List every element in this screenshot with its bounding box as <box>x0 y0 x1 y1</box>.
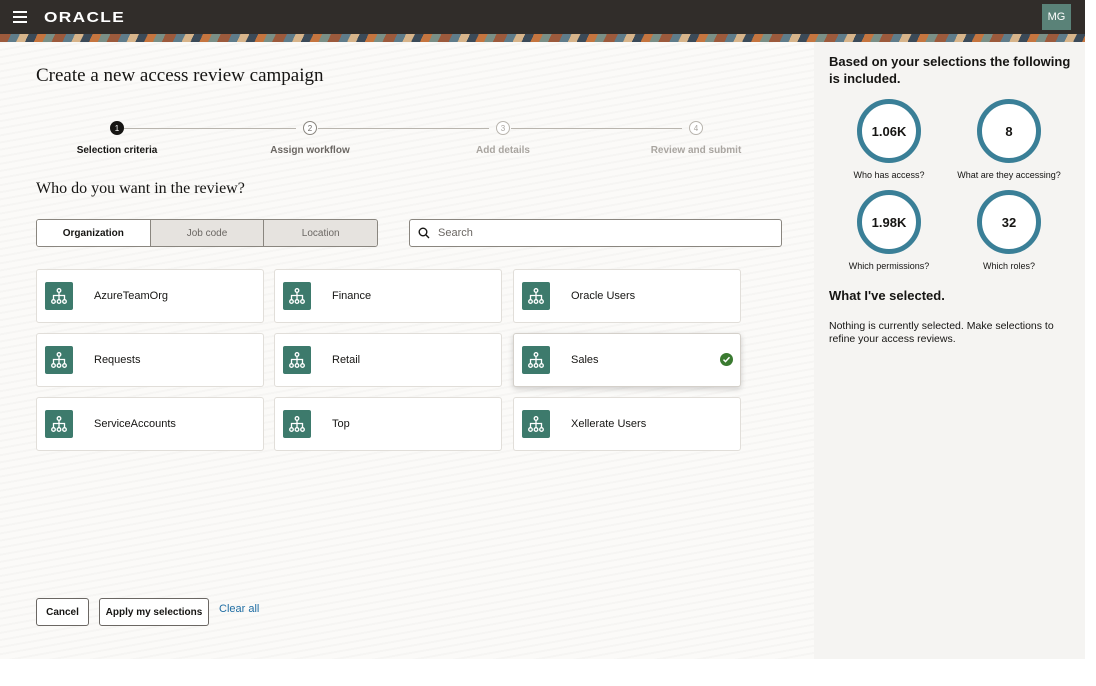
selected-title: What I've selected. <box>829 288 945 303</box>
summary-title: Based on your selections the following i… <box>829 54 1071 86</box>
check-circle-icon <box>720 353 733 366</box>
step-3-indicator: 3 <box>496 121 510 135</box>
org-card-label: Xellerate Users <box>571 418 647 430</box>
org-card-label: Requests <box>94 354 141 366</box>
stat-label: Who has access? <box>853 170 925 180</box>
step-4-indicator: 4 <box>689 121 703 135</box>
org-card-oracle-users[interactable]: Oracle Users <box>513 269 741 323</box>
tab-job-code[interactable]: Job code <box>149 220 264 246</box>
oracle-logo[interactable]: ORACLE <box>44 9 125 26</box>
org-chart-icon <box>283 282 311 310</box>
stat-ring: 32 <box>977 190 1041 254</box>
section-title: Who do you want in the review? <box>36 180 245 197</box>
org-card-azureteamorg[interactable]: AzureTeamOrg <box>36 269 264 323</box>
stat-which-roles: 32 Which roles? <box>949 190 1069 271</box>
clear-all-link[interactable]: Clear all <box>219 603 259 615</box>
org-chart-icon <box>283 410 311 438</box>
menu-icon[interactable] <box>13 11 27 23</box>
org-card-xellerate-users[interactable]: Xellerate Users <box>513 397 741 451</box>
apply-selections-button[interactable]: Apply my selections <box>99 598 209 626</box>
step-4-label: Review and submit <box>650 145 742 156</box>
cancel-button[interactable]: Cancel <box>36 598 89 626</box>
main-content: Create a new access review campaign 1 2 … <box>0 42 814 659</box>
org-chart-icon <box>283 346 311 374</box>
step-3-label: Add details <box>476 145 530 156</box>
stat-what-accessing: 8 What are they accessing? <box>949 99 1069 180</box>
org-card-label: Finance <box>332 290 372 302</box>
org-chart-icon <box>45 410 73 438</box>
org-card-label: Sales <box>571 354 599 366</box>
step-connector <box>511 128 682 129</box>
org-card-finance[interactable]: Finance <box>274 269 502 323</box>
criteria-tabs: Organization Job code Location <box>36 219 378 247</box>
search-icon <box>410 220 438 246</box>
tab-location[interactable]: Location <box>263 220 377 246</box>
org-card-requests[interactable]: Requests <box>36 333 264 387</box>
step-connector <box>318 128 489 129</box>
search-input[interactable] <box>438 227 758 239</box>
org-card-serviceaccounts[interactable]: ServiceAccounts <box>36 397 264 451</box>
org-card-sales[interactable]: Sales <box>513 333 741 387</box>
org-chart-icon <box>522 410 550 438</box>
decorative-banner <box>0 34 1085 42</box>
org-chart-icon <box>522 282 550 310</box>
org-chart-icon <box>45 282 73 310</box>
summary-panel: Based on your selections the following i… <box>814 42 1085 659</box>
search-box[interactable] <box>409 219 782 247</box>
step-2-indicator[interactable]: 2 <box>303 121 317 135</box>
step-connector <box>124 128 296 129</box>
progress-stepper: 1 2 3 4 Selection criteria Assign workfl… <box>36 120 776 160</box>
stat-label: Which permissions? <box>848 261 930 271</box>
app-header: ORACLE MG <box>0 0 1085 34</box>
org-card-label: ServiceAccounts <box>94 418 176 430</box>
tab-organization[interactable]: Organization <box>37 220 150 246</box>
page-footer-space <box>0 659 1085 686</box>
org-chart-icon <box>45 346 73 374</box>
step-1-label[interactable]: Selection criteria <box>77 145 158 156</box>
page-edge <box>1085 0 1096 686</box>
org-card-label: AzureTeamOrg <box>94 290 168 302</box>
stat-ring: 8 <box>977 99 1041 163</box>
stat-label: Which roles? <box>982 261 1036 271</box>
stat-which-permissions: 1.98K Which permissions? <box>829 190 949 271</box>
user-avatar[interactable]: MG <box>1042 4 1071 30</box>
org-card-label: Retail <box>332 354 361 366</box>
org-card-top[interactable]: Top <box>274 397 502 451</box>
stat-label: What are they accessing? <box>957 170 1061 180</box>
org-card-retail[interactable]: Retail <box>274 333 502 387</box>
org-card-label: Top <box>332 418 350 430</box>
selected-text: Nothing is currently selected. Make sele… <box>829 320 1054 345</box>
page-title: Create a new access review campaign <box>36 65 324 86</box>
stat-ring: 1.98K <box>857 190 921 254</box>
step-2-label[interactable]: Assign workflow <box>270 145 349 156</box>
org-card-label: Oracle Users <box>571 290 636 302</box>
stat-who-has-access: 1.06K Who has access? <box>829 99 949 180</box>
step-1-indicator[interactable]: 1 <box>110 121 124 135</box>
stat-ring: 1.06K <box>857 99 921 163</box>
org-chart-icon <box>522 346 550 374</box>
